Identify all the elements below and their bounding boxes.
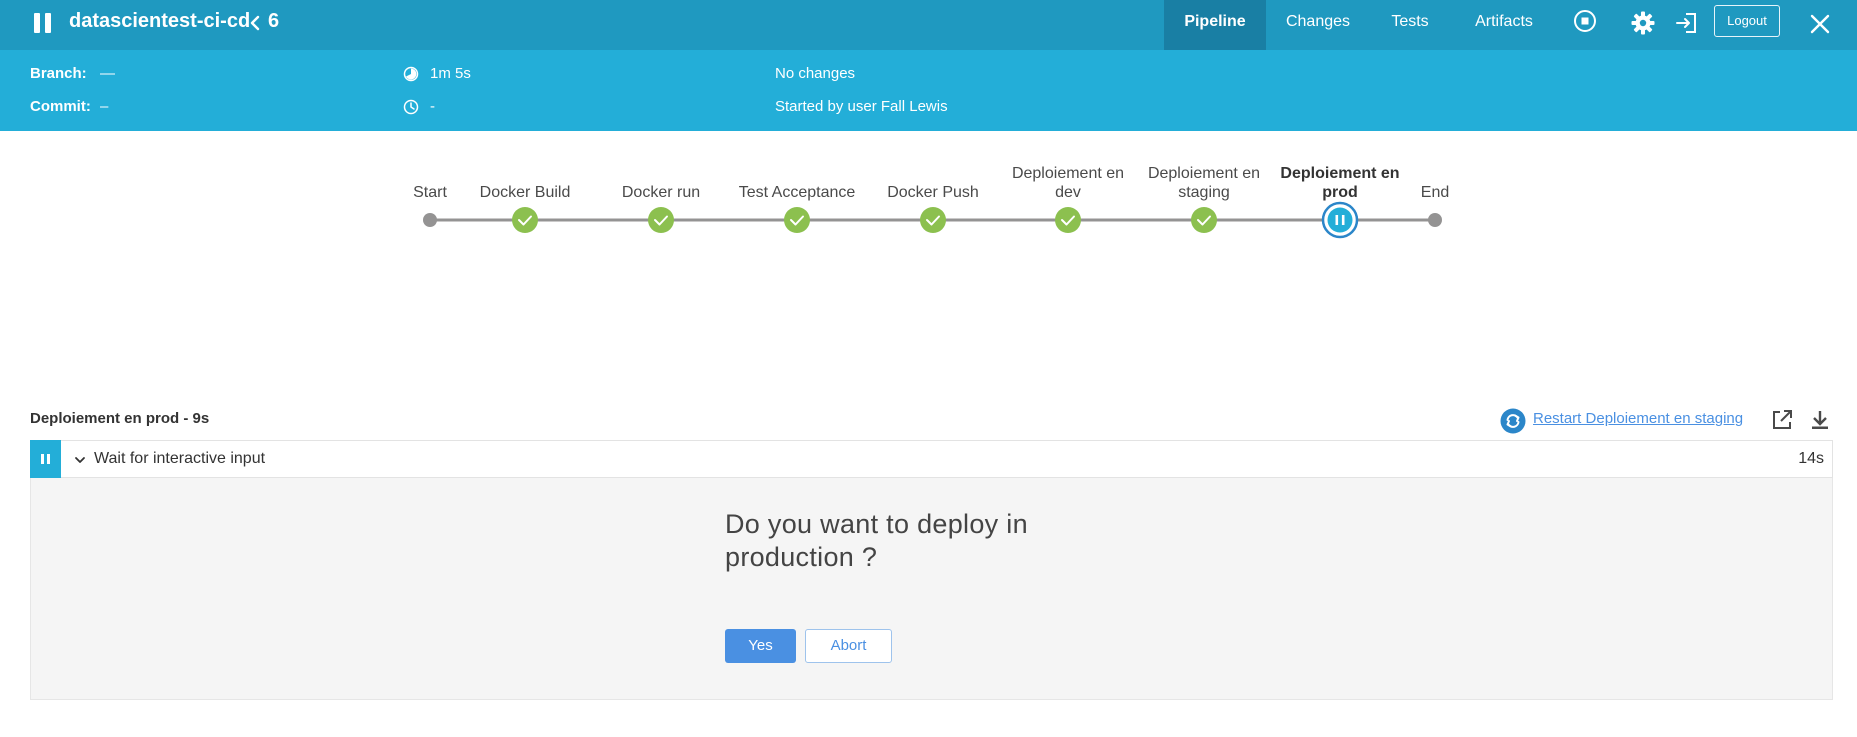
stage-node-docker-build[interactable] bbox=[512, 207, 538, 233]
sign-in-icon[interactable] bbox=[1674, 10, 1700, 36]
restart-stage-link[interactable]: Restart Deploiement en staging bbox=[1533, 410, 1743, 427]
yes-button[interactable]: Yes bbox=[725, 629, 796, 663]
tab-artifacts[interactable]: Artifacts bbox=[1458, 0, 1550, 50]
time-value: - bbox=[430, 98, 435, 115]
abort-button[interactable]: Abort bbox=[805, 629, 892, 663]
pipeline-title[interactable]: datascientest-ci-cd bbox=[69, 10, 250, 33]
run-number: 6 bbox=[268, 10, 280, 32]
end-node bbox=[1428, 213, 1442, 227]
tab-pipeline[interactable]: Pipeline bbox=[1164, 0, 1266, 50]
commit-value: – bbox=[100, 98, 109, 115]
stage-node-docker-run[interactable] bbox=[648, 207, 674, 233]
step-name: Wait for interactive input bbox=[94, 450, 266, 467]
chevron-down-icon[interactable] bbox=[73, 453, 87, 467]
stage-detail-title: Deploiement en prod - 9s bbox=[30, 410, 210, 427]
start-node bbox=[423, 213, 437, 227]
stage-label-start: Start bbox=[413, 184, 447, 201]
changes-text: No changes bbox=[775, 65, 856, 82]
stage-label-docker-push[interactable]: Docker Push bbox=[887, 183, 979, 202]
step-paused-icon bbox=[30, 440, 61, 478]
step-duration: 14s bbox=[1798, 450, 1824, 467]
pipeline-graph-svg bbox=[423, 201, 1442, 239]
stage-node-deploiement-dev[interactable] bbox=[1055, 207, 1081, 233]
input-question: Do you want to deploy in production ? bbox=[725, 509, 1028, 572]
stage-label-end: End bbox=[1420, 184, 1450, 201]
pipeline-graph: Start Docker Build Docker run Test Accep… bbox=[0, 131, 1857, 281]
gear-icon[interactable] bbox=[1630, 10, 1656, 36]
stop-icon[interactable] bbox=[1572, 8, 1598, 34]
stage-label-deploiement-dev[interactable]: Deploiement en dev bbox=[1008, 164, 1128, 202]
close-icon[interactable] bbox=[1808, 12, 1832, 36]
commit-label: Commit: bbox=[30, 98, 91, 115]
top-bar: datascientest-ci-cd 6 Pipeline Changes T… bbox=[0, 0, 1857, 50]
branch-value: — bbox=[100, 65, 115, 82]
run-info-bar: Branch: — Commit: – 1m 5s - No changes S… bbox=[0, 50, 1857, 131]
tab-tests[interactable]: Tests bbox=[1370, 0, 1450, 50]
restart-icon[interactable] bbox=[1500, 408, 1526, 434]
logout-button[interactable]: Logout bbox=[1714, 5, 1780, 37]
started-by-text: Started by user Fall Lewis bbox=[775, 98, 948, 115]
duration-value: 1m 5s bbox=[430, 65, 471, 82]
stage-label-docker-build[interactable]: Docker Build bbox=[480, 183, 571, 202]
stage-node-test-acceptance[interactable] bbox=[784, 207, 810, 233]
stage-label-deploiement-prod[interactable]: Deploiement en prod bbox=[1280, 164, 1400, 202]
open-external-icon[interactable] bbox=[1770, 408, 1794, 432]
input-prompt-panel: Do you want to deploy in production ? Ye… bbox=[30, 478, 1833, 700]
branch-label: Branch: bbox=[30, 65, 87, 82]
step-row[interactable]: Wait for interactive input 14s bbox=[30, 440, 1833, 478]
stage-node-deploiement-prod[interactable] bbox=[1321, 201, 1359, 239]
stage-node-docker-push[interactable] bbox=[920, 207, 946, 233]
stage-node-deploiement-staging[interactable] bbox=[1191, 207, 1217, 233]
duration-icon bbox=[403, 66, 419, 82]
stage-label-docker-run[interactable]: Docker run bbox=[622, 183, 700, 202]
tab-changes[interactable]: Changes bbox=[1272, 0, 1364, 50]
stage-label-deploiement-staging[interactable]: Deploiement en staging bbox=[1144, 164, 1264, 202]
chevron-left-icon[interactable] bbox=[248, 14, 262, 32]
stage-label-test-acceptance[interactable]: Test Acceptance bbox=[739, 183, 856, 202]
download-icon[interactable] bbox=[1808, 408, 1832, 432]
clock-icon bbox=[403, 99, 419, 115]
paused-status-icon bbox=[32, 12, 54, 34]
